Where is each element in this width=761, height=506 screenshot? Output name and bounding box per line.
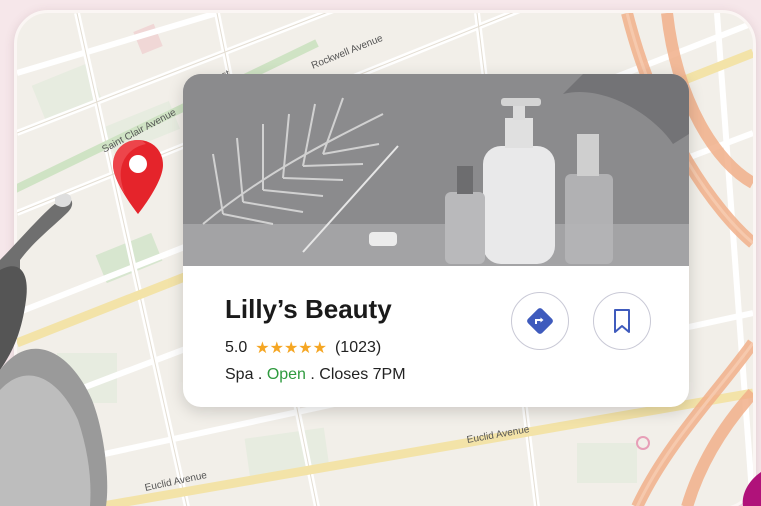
info-row: Spa . Open . Closes 7PM (225, 366, 406, 384)
map-pin-icon[interactable] (110, 138, 166, 216)
scene: Rockwell Avenue ast Saint Clair Avenue E… (0, 0, 761, 506)
separator: . (305, 366, 320, 383)
place-name[interactable]: Lilly’s Beauty (225, 294, 392, 325)
closing-time: Closes 7PM (319, 366, 406, 383)
bookmark-icon (614, 309, 630, 333)
separator: . (253, 366, 267, 383)
directions-button[interactable] (511, 292, 569, 350)
magenta-decoration (742, 472, 761, 506)
pointing-person-photo (0, 193, 108, 506)
rating-row: 5.0 ★★★★★ (1023) (225, 338, 381, 358)
bookmark-button[interactable] (593, 292, 651, 350)
open-status: Open (266, 366, 306, 383)
category-label: Spa (225, 366, 254, 383)
rating-value: 5.0 (225, 339, 248, 356)
directions-icon (527, 308, 553, 334)
place-details: Lilly’s Beauty 5.0 ★★★★★ (1023) Spa . Op… (183, 266, 689, 407)
star-rating-icon: ★★★★★ (255, 340, 327, 357)
spa-products-photo (183, 74, 689, 266)
place-card[interactable]: Lilly’s Beauty 5.0 ★★★★★ (1023) Spa . Op… (183, 74, 689, 407)
review-count[interactable]: (1023) (335, 339, 381, 357)
